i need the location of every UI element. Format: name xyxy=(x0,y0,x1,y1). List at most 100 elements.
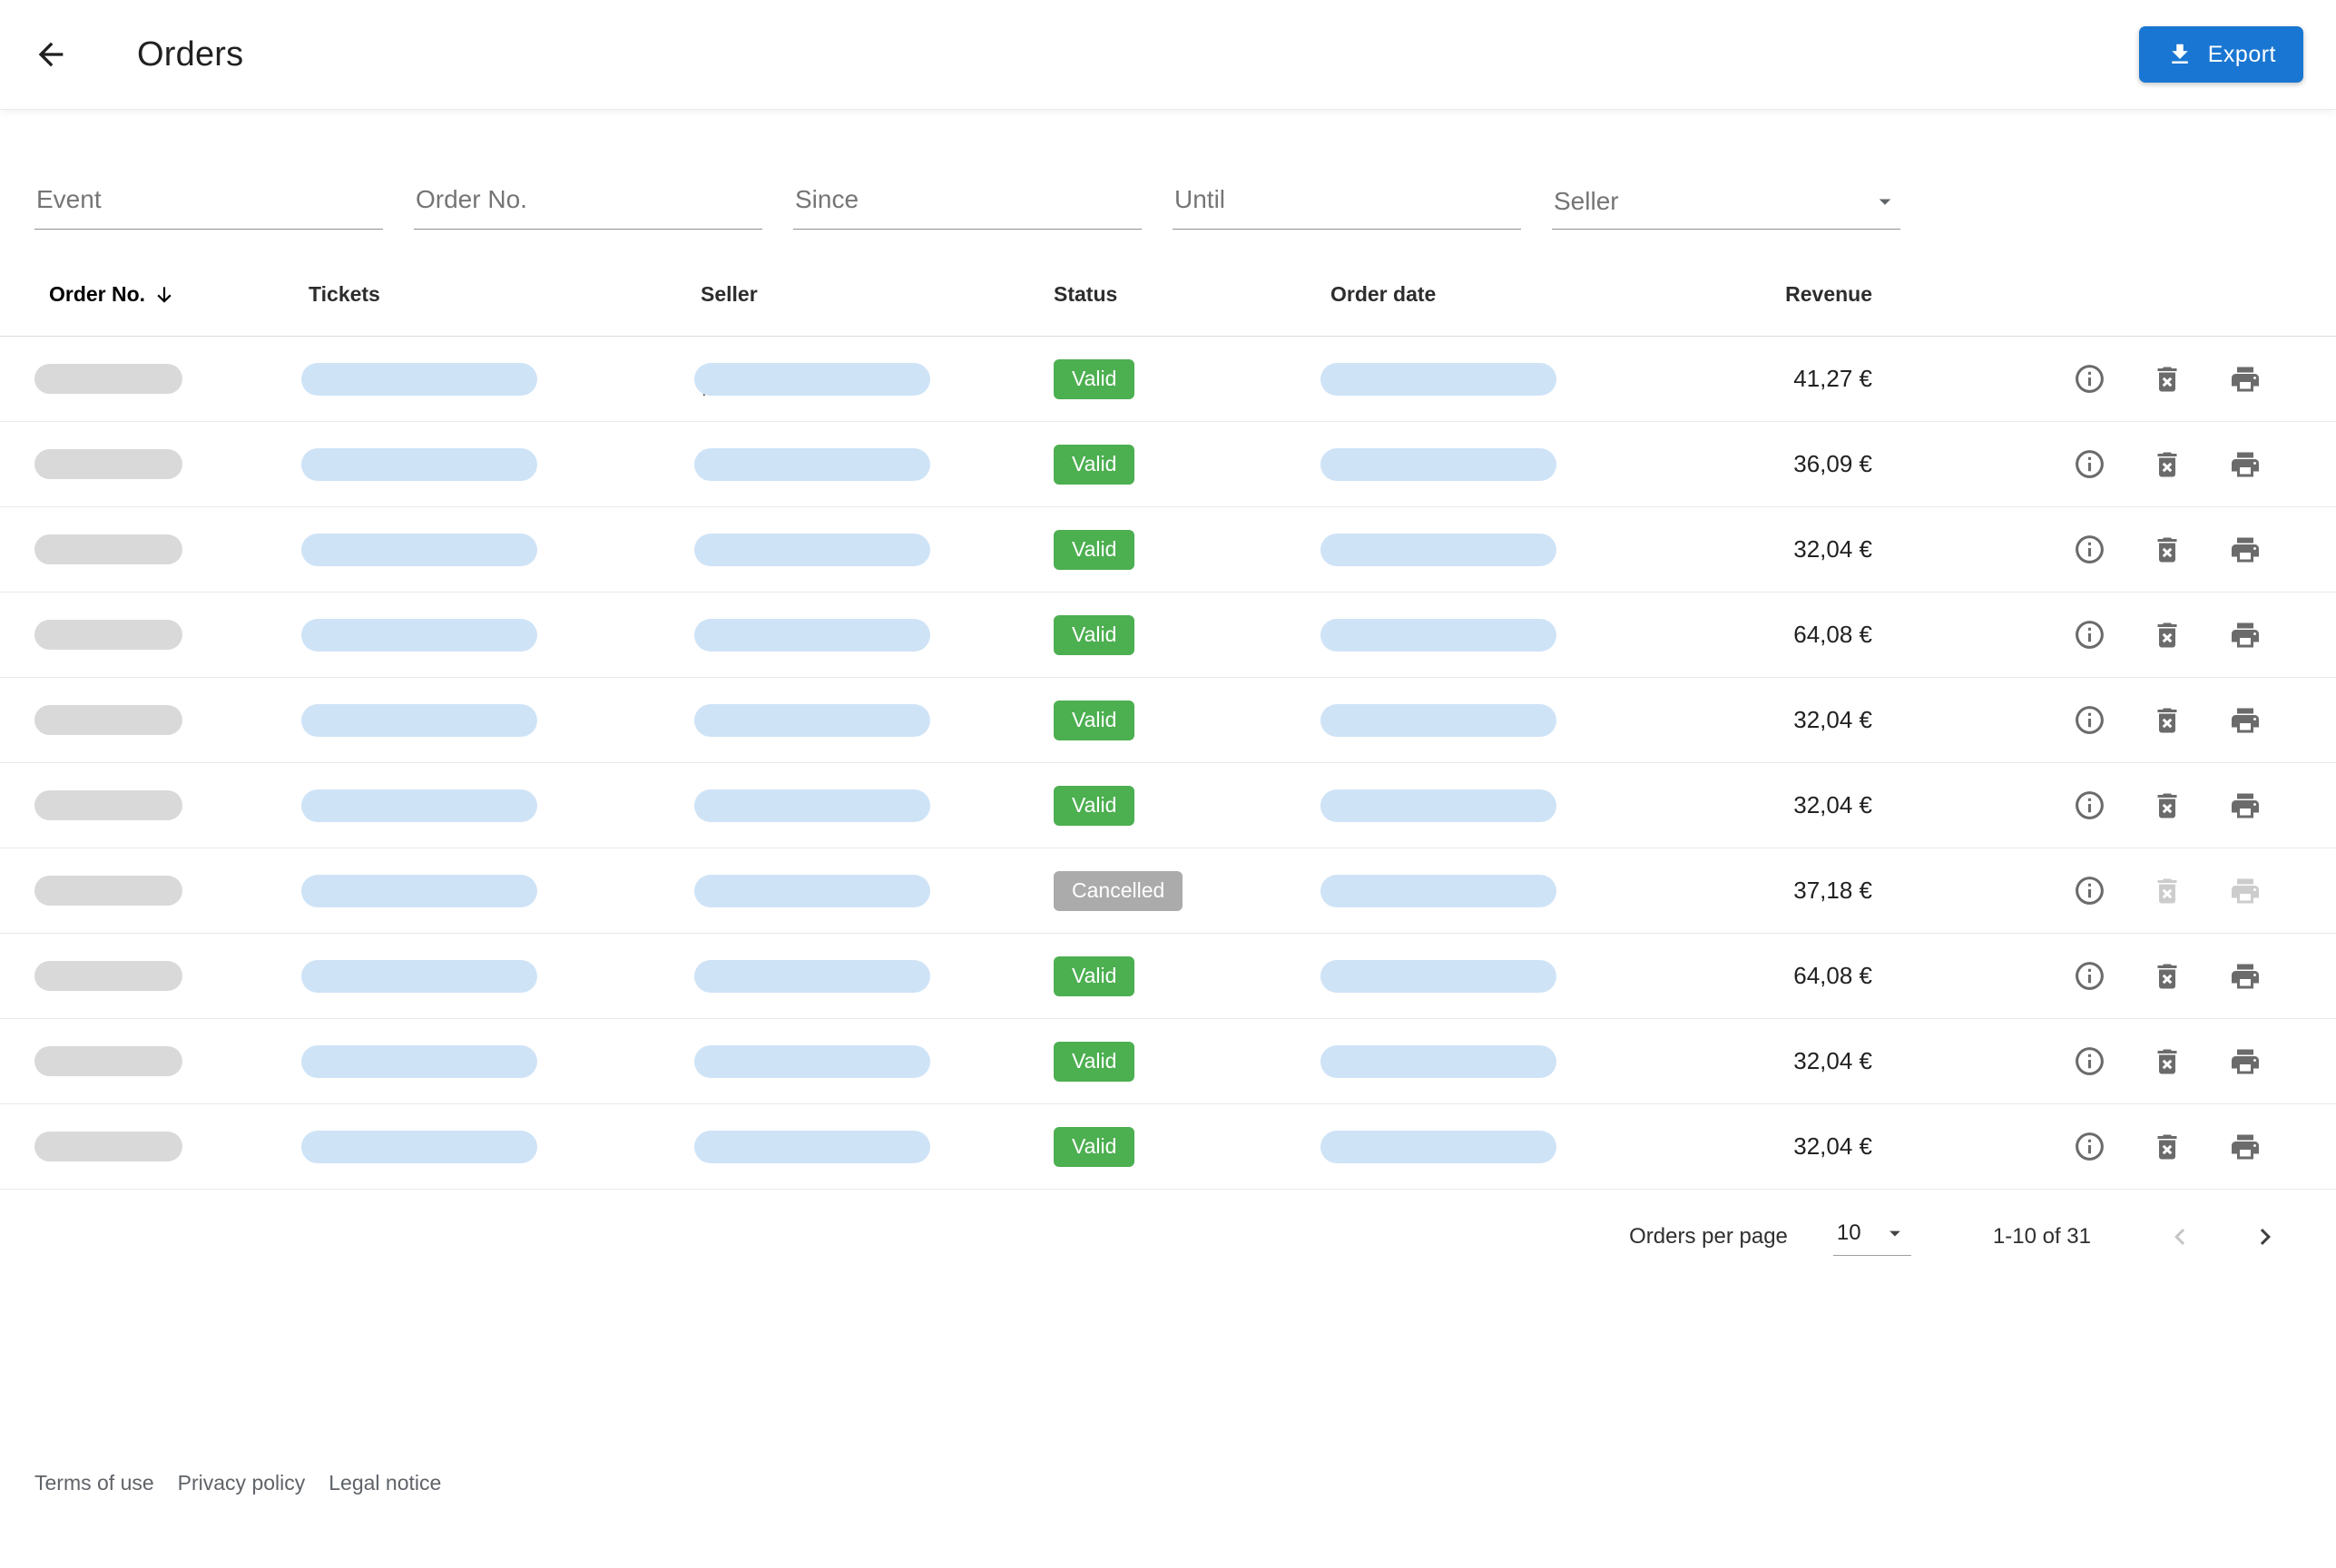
order-date-cell xyxy=(1320,1045,1733,1078)
order-date-cell xyxy=(1320,704,1733,737)
caret-down-icon xyxy=(1882,1220,1908,1246)
row-actions xyxy=(1872,354,2336,405)
status-badge: Cancelled xyxy=(1054,871,1183,911)
per-page-select[interactable]: 10 xyxy=(1833,1219,1911,1256)
print-button[interactable] xyxy=(2220,354,2271,405)
download-icon xyxy=(2166,41,2194,68)
info-button[interactable] xyxy=(2064,1122,2115,1172)
print-icon xyxy=(2229,789,2262,822)
seller-cell xyxy=(694,789,1054,822)
print-icon xyxy=(2229,363,2262,396)
filter-until-input[interactable] xyxy=(1173,180,1521,230)
delete-button[interactable] xyxy=(2142,780,2193,831)
filter-seller-select[interactable]: Seller xyxy=(1552,180,1900,230)
delete-button[interactable] xyxy=(2142,1036,2193,1087)
tickets-cell xyxy=(301,448,694,481)
status-badge: Valid xyxy=(1054,1127,1134,1167)
status-badge: Valid xyxy=(1054,615,1134,655)
delete-button[interactable] xyxy=(2142,695,2193,746)
tickets-cell xyxy=(301,1045,694,1078)
info-button[interactable] xyxy=(2064,610,2115,661)
row-actions xyxy=(1872,695,2336,746)
delete-forever-icon xyxy=(2151,363,2184,396)
info-button[interactable] xyxy=(2064,354,2115,405)
redacted-seller xyxy=(694,448,930,481)
status-cell: Valid xyxy=(1054,701,1320,740)
back-button[interactable] xyxy=(22,25,80,83)
filter-order-no-input[interactable] xyxy=(414,180,762,230)
delete-button[interactable] xyxy=(2142,524,2193,575)
redacted-tickets xyxy=(301,875,537,907)
order-no-cell xyxy=(34,961,301,991)
redacted-seller xyxy=(694,960,930,993)
table-body: Maria Musterfrau Valid 41,27 € xyxy=(0,336,2336,1190)
info-button[interactable] xyxy=(2064,866,2115,916)
print-button[interactable] xyxy=(2220,610,2271,661)
revenue-value: 64,08 € xyxy=(1733,621,1872,649)
table-row: Maria Musterfrau Valid 41,27 € xyxy=(0,337,2336,422)
redacted-tickets xyxy=(301,534,537,566)
order-date-cell xyxy=(1320,619,1733,652)
info-button[interactable] xyxy=(2064,951,2115,1002)
status-badge: Valid xyxy=(1054,359,1134,399)
delete-button[interactable] xyxy=(2142,1122,2193,1172)
prev-page-button[interactable] xyxy=(2154,1211,2205,1262)
order-no-cell xyxy=(34,705,301,735)
orders-table: Order No. Tickets Seller Status Order da… xyxy=(0,282,2336,1190)
print-button[interactable] xyxy=(2220,780,2271,831)
redacted-order-date xyxy=(1320,448,1556,481)
redacted-order-date xyxy=(1320,619,1556,652)
print-button[interactable] xyxy=(2220,695,2271,746)
column-order-no-label: Order No. xyxy=(49,282,145,307)
print-button[interactable] xyxy=(2220,524,2271,575)
status-badge: Valid xyxy=(1054,1042,1134,1082)
column-order-no[interactable]: Order No. xyxy=(34,282,301,307)
seller-cell xyxy=(694,875,1054,907)
seller-cell xyxy=(694,448,1054,481)
order-no-cell xyxy=(34,876,301,906)
print-button[interactable] xyxy=(2220,1122,2271,1172)
redacted-seller xyxy=(694,1131,930,1163)
print-button[interactable] xyxy=(2220,1036,2271,1087)
delete-button[interactable] xyxy=(2142,354,2193,405)
status-badge: Valid xyxy=(1054,786,1134,826)
delete-button[interactable] xyxy=(2142,951,2193,1002)
print-button[interactable] xyxy=(2220,439,2271,490)
order-no-cell xyxy=(34,790,301,820)
delete-forever-icon xyxy=(2151,619,2184,652)
status-cell: Valid xyxy=(1054,359,1320,399)
filter-event-input[interactable] xyxy=(34,180,383,230)
status-cell: Valid xyxy=(1054,1127,1320,1167)
next-page-button[interactable] xyxy=(2240,1211,2291,1262)
status-badge: Valid xyxy=(1054,530,1134,570)
pagination-bar: Orders per page 10 1-10 of 31 xyxy=(0,1210,2336,1264)
delete-forever-icon xyxy=(2151,534,2184,566)
table-row: Valid 64,08 € xyxy=(0,934,2336,1019)
export-button[interactable]: Export xyxy=(2139,26,2303,83)
order-date-cell xyxy=(1320,789,1733,822)
info-button[interactable] xyxy=(2064,1036,2115,1087)
info-button[interactable] xyxy=(2064,695,2115,746)
seller-cell xyxy=(694,704,1054,737)
seller-cell xyxy=(694,619,1054,652)
delete-button[interactable] xyxy=(2142,866,2193,916)
info-button[interactable] xyxy=(2064,439,2115,490)
redacted-order-no xyxy=(34,364,182,394)
print-button[interactable] xyxy=(2220,866,2271,916)
status-cell: Valid xyxy=(1054,445,1320,485)
info-button[interactable] xyxy=(2064,780,2115,831)
delete-button[interactable] xyxy=(2142,439,2193,490)
revenue-value: 32,04 € xyxy=(1733,1132,1872,1161)
redacted-order-date xyxy=(1320,363,1556,396)
terms-of-use-link[interactable]: Terms of use xyxy=(34,1471,154,1495)
delete-button[interactable] xyxy=(2142,610,2193,661)
info-icon xyxy=(2073,447,2106,481)
privacy-policy-link[interactable]: Privacy policy xyxy=(178,1471,306,1495)
column-tickets: Tickets xyxy=(301,282,694,307)
filter-since-input[interactable] xyxy=(793,180,1142,230)
row-actions xyxy=(1872,610,2336,661)
seller-cell: Maria Musterfrau xyxy=(694,363,1054,396)
print-button[interactable] xyxy=(2220,951,2271,1002)
info-button[interactable] xyxy=(2064,524,2115,575)
legal-notice-link[interactable]: Legal notice xyxy=(329,1471,441,1495)
